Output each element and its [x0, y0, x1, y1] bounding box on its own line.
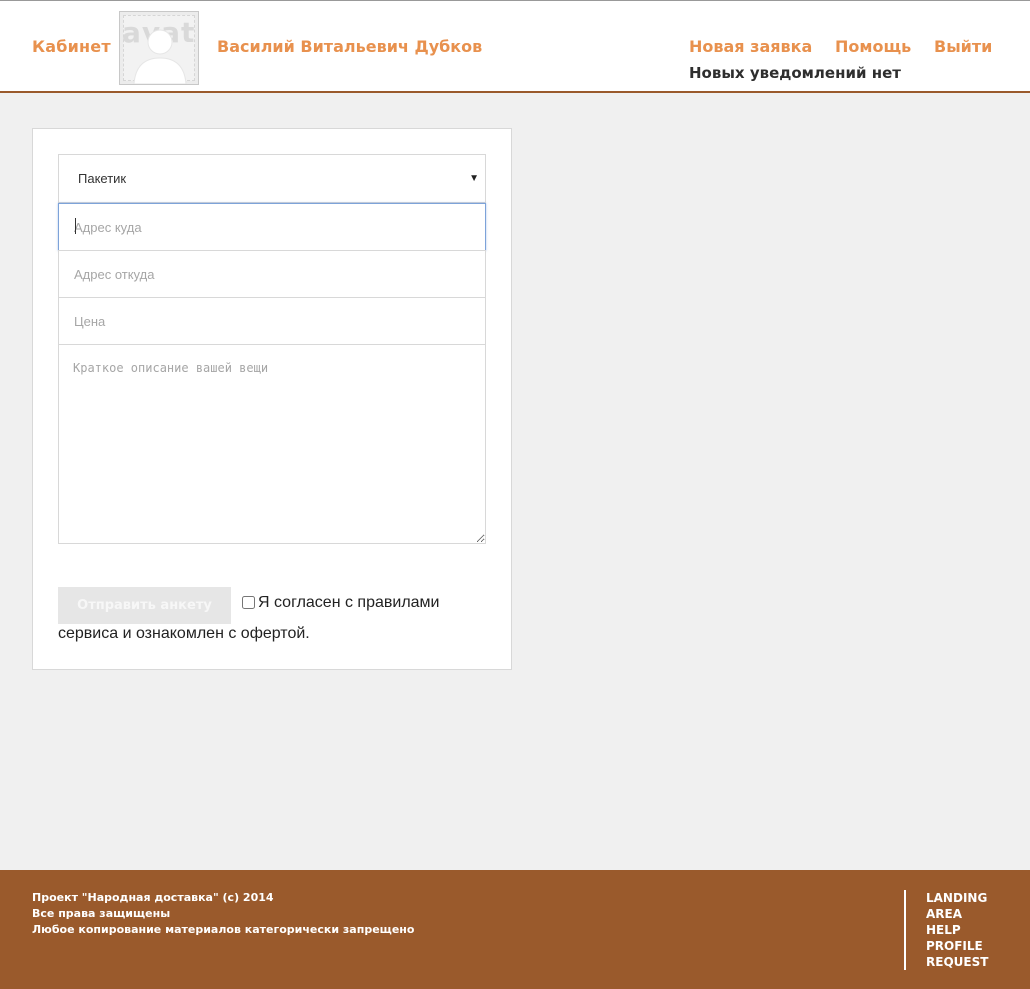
copyright-line: Любое копирование материалов категоричес… [32, 923, 415, 936]
dropdown-arrow-icon: ▼ [469, 173, 479, 184]
agree-label-line2: сервиса и ознакомлен с офертой. [58, 625, 310, 642]
type-select-value: Пакетик [78, 171, 127, 186]
copyright-line: Все права защищены [32, 907, 171, 920]
description-textarea[interactable] [58, 344, 486, 544]
footer-link-request[interactable]: REQUEST [926, 954, 988, 970]
address-to-input[interactable] [58, 203, 486, 251]
user-name[interactable]: Василий Витальевич Дубков [217, 37, 482, 56]
footer-divider [904, 890, 906, 970]
footer-link-area[interactable]: AREA [926, 906, 988, 922]
notifications-status: Новых уведомлений нет [689, 64, 901, 82]
avatar[interactable]: avat [119, 11, 199, 85]
agree-checkbox[interactable] [242, 596, 255, 609]
user-silhouette-icon [133, 29, 187, 84]
nav-logout-link[interactable]: Выйти [934, 37, 992, 56]
request-form: Пакетик ▼ Отправить анкету Я согласен с … [32, 128, 512, 670]
address-from-input[interactable] [58, 250, 486, 298]
footer-links: LANDING AREA HELP PROFILE REQUEST [926, 890, 988, 970]
nav-new-request-link[interactable]: Новая заявка [689, 37, 812, 56]
footer-copyright: Проект "Народная доставка" (c) 2014 Все … [32, 890, 414, 938]
submit-form-button[interactable]: Отправить анкету [58, 587, 231, 624]
footer-link-help[interactable]: HELP [926, 922, 988, 938]
copyright-line: Проект "Народная доставка" (c) 2014 [32, 891, 274, 904]
cabinet-link[interactable]: Кабинет [32, 37, 111, 56]
agree-label-line1: Я согласен с правилами [258, 594, 440, 611]
footer-link-profile[interactable]: PROFILE [926, 938, 988, 954]
text-cursor [75, 218, 76, 234]
price-input[interactable] [58, 297, 486, 345]
type-select[interactable]: Пакетик ▼ [58, 154, 486, 203]
header: Кабинет avat Василий Витальевич Дубков Н… [0, 0, 1030, 93]
footer-link-landing[interactable]: LANDING [926, 890, 988, 906]
footer: Проект "Народная доставка" (c) 2014 Все … [0, 870, 1030, 989]
nav-help-link[interactable]: Помощь [835, 37, 911, 56]
